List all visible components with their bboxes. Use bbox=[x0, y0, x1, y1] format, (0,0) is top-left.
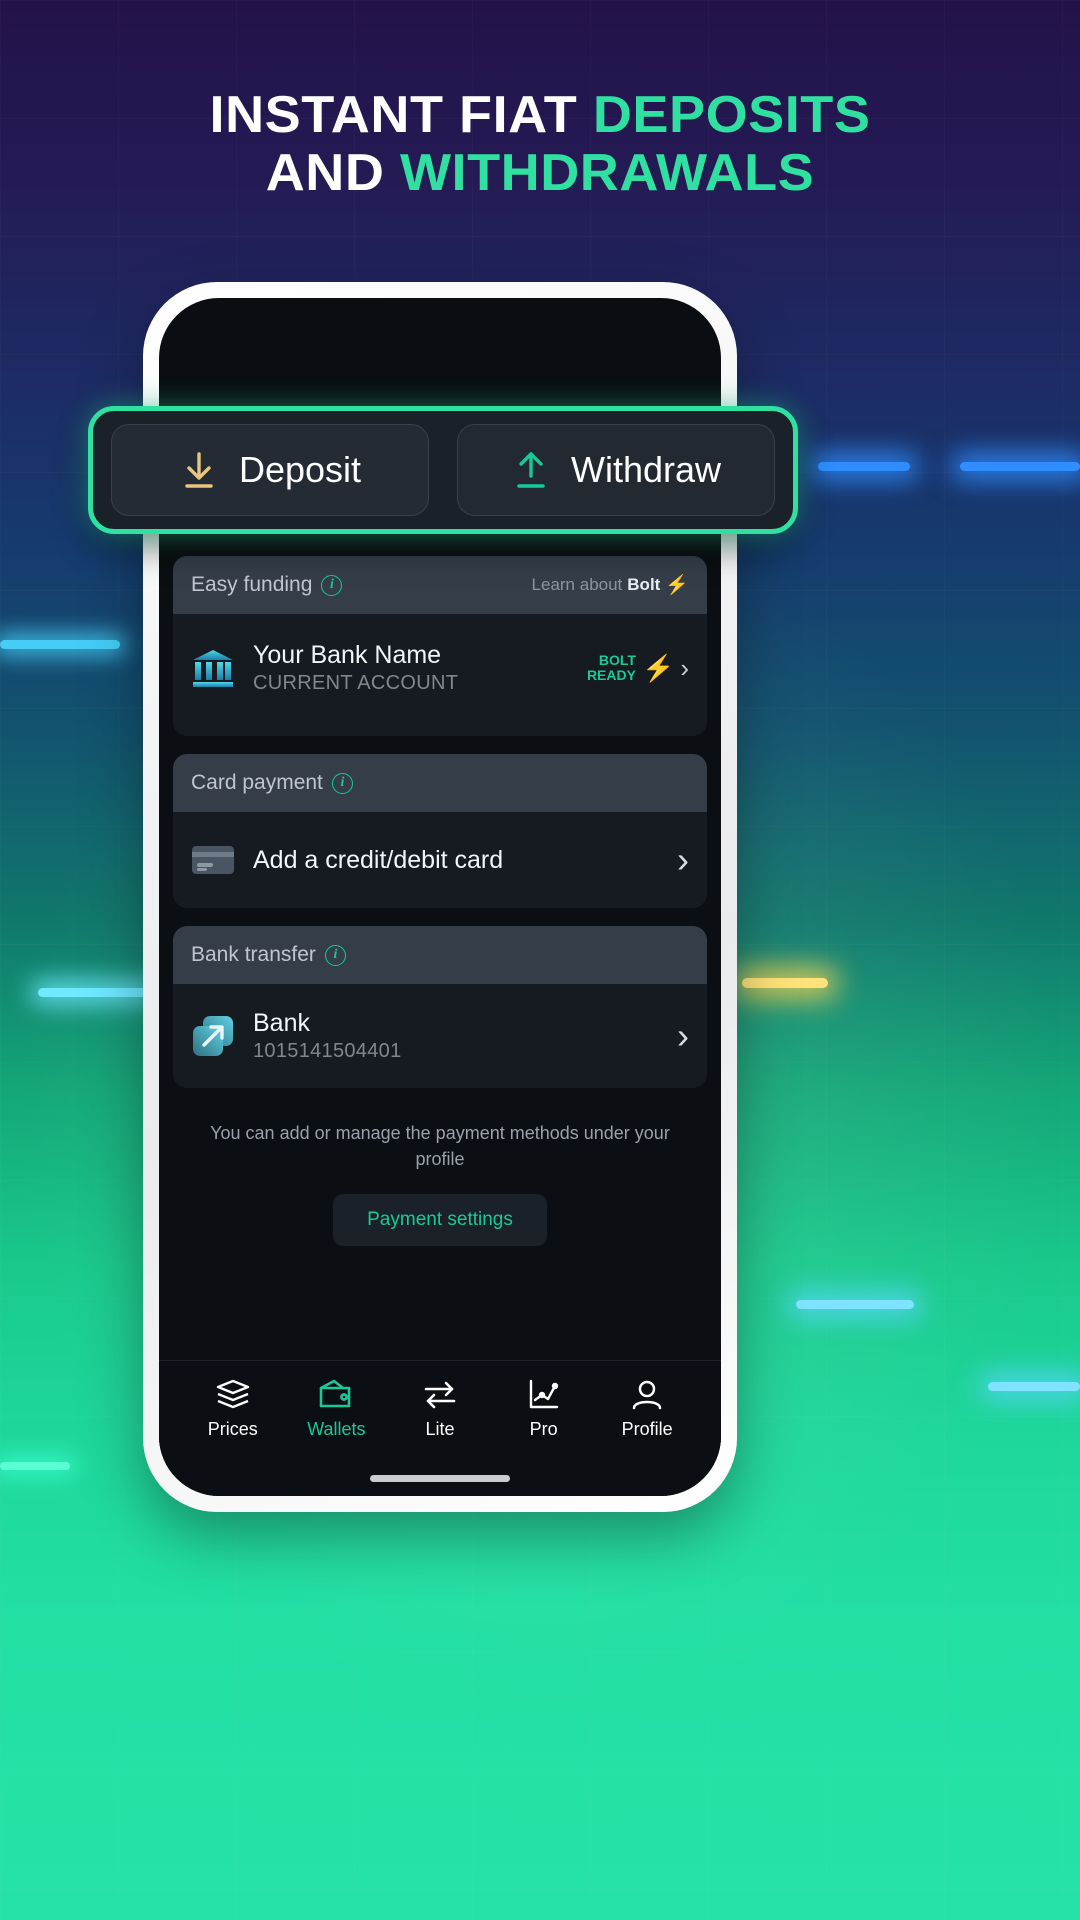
learn-about-prefix: Learn about bbox=[531, 575, 623, 594]
app-content: Easy funding i Learn about Bolt ⚡ Your B… bbox=[159, 556, 721, 1496]
easy-funding-label: Easy funding bbox=[191, 573, 313, 596]
wallet-icon bbox=[320, 1379, 351, 1407]
tab-label: Profile bbox=[621, 1418, 673, 1439]
easy-funding-label-group: Easy funding i bbox=[191, 573, 343, 597]
download-arrow-icon bbox=[185, 452, 213, 488]
payment-settings-wrap: Payment settings bbox=[173, 1172, 707, 1254]
tab-label: Wallets bbox=[307, 1418, 366, 1439]
bank-account-row[interactable]: Your Bank Name CURRENT ACCOUNT BOLT READ… bbox=[173, 614, 707, 736]
neon-streak bbox=[818, 462, 910, 471]
bottom-tab-bar: Prices Wallets Lite Pro Profile bbox=[159, 1360, 721, 1456]
neon-streak bbox=[0, 1462, 70, 1470]
bank-transfer-title: Bank bbox=[253, 1009, 310, 1037]
tab-label: Prices bbox=[207, 1418, 258, 1439]
card-payment-label-group: Card payment i bbox=[191, 771, 353, 795]
card-payment-card: Card payment i Add a credit/debit card › bbox=[173, 754, 707, 908]
card-payment-label: Card payment bbox=[191, 771, 323, 794]
bank-transfer-card: Bank transfer i Bank 1015141504401 › bbox=[173, 926, 707, 1088]
home-indicator bbox=[370, 1475, 510, 1482]
layers-icon bbox=[216, 1379, 249, 1408]
learn-about-brand: Bolt bbox=[627, 575, 661, 594]
promo-headline: INSTANT FIAT DEPOSITS AND WITHDRAWALS bbox=[0, 86, 1080, 202]
bank-building-icon bbox=[193, 650, 233, 687]
info-icon[interactable]: i bbox=[321, 574, 343, 596]
add-card-row[interactable]: Add a credit/debit card › bbox=[173, 812, 707, 908]
credit-card-icon bbox=[192, 846, 234, 874]
bolt-icon: ⚡ bbox=[641, 652, 675, 683]
deposit-tab[interactable]: Deposit bbox=[111, 424, 429, 516]
tab-label: Pro bbox=[529, 1418, 558, 1439]
bolt-ready-badge: BOLT READY ⚡ › bbox=[587, 653, 689, 684]
chevron-right-icon: › bbox=[677, 839, 689, 880]
neon-streak bbox=[38, 988, 150, 997]
headline-line2-accent: WITHDRAWALS bbox=[399, 144, 815, 202]
swap-icon bbox=[424, 1381, 456, 1408]
bank-account-type: CURRENT ACCOUNT bbox=[253, 672, 459, 694]
transfer-arrow-icon bbox=[193, 1016, 233, 1056]
neon-streak bbox=[988, 1382, 1080, 1391]
info-icon[interactable]: i bbox=[324, 944, 346, 966]
headline-line-2: AND WITHDRAWALS bbox=[0, 144, 1080, 202]
tab-lite[interactable]: Lite bbox=[394, 1378, 486, 1440]
headline-line2-white: AND bbox=[265, 144, 400, 202]
tab-prices[interactable]: Prices bbox=[187, 1378, 279, 1440]
payment-methods-list: Easy funding i Learn about Bolt ⚡ Your B… bbox=[159, 556, 721, 1254]
neon-streak bbox=[0, 640, 120, 649]
neon-streak bbox=[960, 462, 1080, 471]
bank-transfer-label-group: Bank transfer i bbox=[191, 943, 346, 967]
tab-label: Lite bbox=[425, 1418, 455, 1439]
learn-about-bolt-link[interactable]: Learn about Bolt ⚡ bbox=[532, 573, 689, 597]
withdraw-tab[interactable]: Withdraw bbox=[457, 424, 775, 516]
neon-streak bbox=[742, 978, 828, 988]
chevron-right-icon: › bbox=[680, 652, 689, 683]
neon-streak bbox=[796, 1300, 914, 1309]
headline-line1-accent: DEPOSITS bbox=[592, 86, 871, 144]
info-icon[interactable]: i bbox=[331, 772, 353, 794]
easy-funding-header: Easy funding i Learn about Bolt ⚡ bbox=[173, 556, 707, 614]
tab-profile[interactable]: Profile bbox=[601, 1378, 693, 1440]
chart-icon bbox=[529, 1379, 558, 1408]
withdraw-tab-label: Withdraw bbox=[570, 449, 722, 490]
upload-arrow-icon bbox=[517, 452, 545, 488]
bank-transfer-account-number: 1015141504401 bbox=[253, 1040, 402, 1062]
payment-methods-note: You can add or manage the payment method… bbox=[210, 1123, 670, 1169]
bank-transfer-row[interactable]: Bank 1015141504401 › bbox=[173, 984, 707, 1088]
payment-settings-button[interactable]: Payment settings bbox=[333, 1194, 547, 1246]
tab-pro[interactable]: Pro bbox=[498, 1378, 590, 1440]
headline-line1-white: INSTANT FIAT bbox=[209, 86, 593, 144]
bank-name: Your Bank Name bbox=[253, 641, 442, 669]
bank-transfer-label: Bank transfer bbox=[191, 943, 316, 966]
bank-transfer-header: Bank transfer i bbox=[173, 926, 707, 984]
headline-line-1: INSTANT FIAT DEPOSITS bbox=[0, 86, 1080, 144]
card-payment-header: Card payment i bbox=[173, 754, 707, 812]
easy-funding-card: Easy funding i Learn about Bolt ⚡ Your B… bbox=[173, 556, 707, 736]
tab-wallets[interactable]: Wallets bbox=[290, 1378, 382, 1440]
add-card-title: Add a credit/debit card bbox=[253, 846, 504, 874]
deposit-withdraw-switcher: Deposit Withdraw bbox=[88, 406, 798, 534]
deposit-tab-label: Deposit bbox=[238, 449, 362, 490]
person-icon bbox=[632, 1380, 662, 1409]
chevron-right-icon: › bbox=[677, 1015, 689, 1056]
bolt-ready-line1: BOLT bbox=[598, 652, 636, 668]
bolt-icon: ⚡ bbox=[665, 575, 689, 596]
bolt-ready-line2: READY bbox=[586, 667, 636, 683]
